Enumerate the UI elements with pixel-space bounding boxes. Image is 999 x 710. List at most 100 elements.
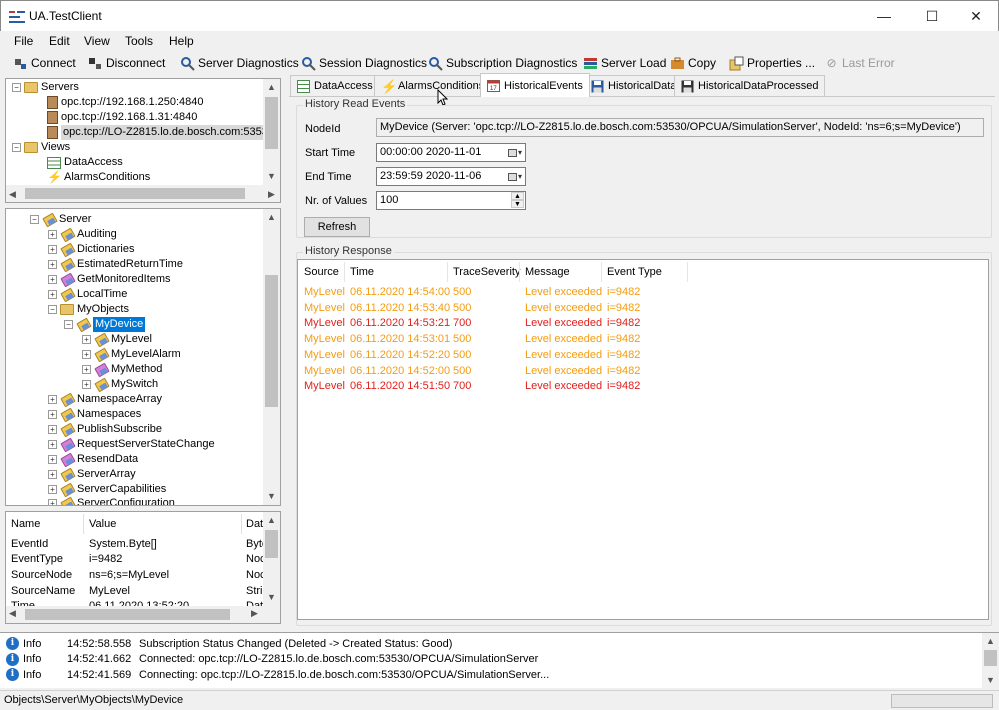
scroll-right-icon[interactable]: ▶ <box>251 608 258 619</box>
servers-vscrollbar[interactable]: ▲ ▼ <box>263 79 280 185</box>
close-button[interactable]: ✕ <box>953 1 999 32</box>
history-cell-time[interactable]: 06.11.2020 14:52:00 <box>350 365 450 377</box>
history-cell-source[interactable]: MyLevel <box>304 317 345 329</box>
column-header-message[interactable]: Message <box>525 266 570 278</box>
nr-of-values-stepper[interactable]: 100 ▲ ▼ <box>376 191 526 210</box>
scroll-left-icon[interactable]: ◀ <box>9 187 16 202</box>
expand-icon[interactable]: + <box>48 245 57 254</box>
history-cell-type[interactable]: i=9482 <box>607 286 640 298</box>
history-cell-source[interactable]: MyLevel <box>304 365 345 377</box>
start-time-picker[interactable]: 00:00:00 2020-11-01 ▾ <box>376 143 526 162</box>
history-cell-message[interactable]: Level exceeded <box>525 333 602 345</box>
collapse-icon[interactable]: − <box>30 215 39 224</box>
scroll-down-icon[interactable]: ▼ <box>263 168 280 185</box>
history-cell-severity[interactable]: 500 <box>453 349 471 361</box>
tree-node-server-2[interactable]: opc.tcp://192.168.1.31:4840 <box>47 110 197 125</box>
end-time-picker[interactable]: 23:59:59 2020-11-06 ▾ <box>376 167 526 186</box>
expand-icon[interactable]: + <box>48 470 57 479</box>
tree-node[interactable]: + Auditing <box>48 227 117 242</box>
history-cell-severity[interactable]: 700 <box>453 317 471 329</box>
expand-icon[interactable]: + <box>48 290 57 299</box>
tree-node[interactable]: + Dictionaries <box>48 242 134 257</box>
spin-up-icon[interactable]: ▲ <box>511 192 524 200</box>
history-cell-message[interactable]: Level exceeded <box>525 365 602 377</box>
history-cell-type[interactable]: i=9482 <box>607 317 640 329</box>
history-cell-severity[interactable]: 700 <box>453 380 471 392</box>
calendar-dropdown-icon[interactable]: ▾ <box>506 169 524 184</box>
log-entry[interactable]: i Info 14:52:58.558 Subscription Status Cha… <box>6 636 452 651</box>
tree-node[interactable]: + MyLevel <box>82 332 152 347</box>
history-cell-time[interactable]: 06.11.2020 14:52:20 <box>350 349 450 361</box>
tree-node[interactable]: + EstimatedReturnTime <box>48 257 183 272</box>
history-cell-source[interactable]: MyLevel <box>304 380 345 392</box>
tab-dataaccess[interactable]: DataAccess <box>290 75 380 96</box>
properties-hscrollbar[interactable]: ◀ ▶ <box>6 606 280 623</box>
collapse-icon[interactable]: − <box>12 83 21 92</box>
log-vscrollbar[interactable]: ▲ ▼ <box>982 633 999 688</box>
tree-node-servers[interactable]: − Servers <box>12 80 79 95</box>
tab-historicaldataprocessed[interactable]: HistoricalDataProcessed <box>674 75 826 96</box>
minimize-button[interactable]: — <box>861 1 907 32</box>
history-cell-type[interactable]: i=9482 <box>607 333 640 345</box>
history-cell-severity[interactable]: 500 <box>453 365 471 377</box>
tree-node[interactable]: + LocalTime <box>48 287 127 302</box>
tab-historicalevents[interactable]: 17 HistoricalEvents <box>480 73 590 97</box>
expand-icon[interactable]: + <box>82 380 91 389</box>
menu-help[interactable]: Help <box>169 33 194 49</box>
properties-vscrollbar[interactable]: ▲ ▼ <box>263 512 280 606</box>
scroll-down-icon[interactable]: ▼ <box>263 488 280 505</box>
calendar-dropdown-icon[interactable]: ▾ <box>506 145 524 160</box>
expand-icon[interactable]: + <box>48 440 57 449</box>
address-vscrollbar[interactable]: ▲ ▼ <box>263 209 280 505</box>
expand-icon[interactable]: + <box>82 350 91 359</box>
expand-icon[interactable]: + <box>48 395 57 404</box>
column-header-traceseverity[interactable]: TraceSeverity <box>453 266 520 278</box>
scroll-up-icon[interactable]: ▲ <box>982 633 999 650</box>
scroll-up-icon[interactable]: ▲ <box>263 79 280 96</box>
server-diagnostics-button[interactable]: Server Diagnostics <box>180 54 299 72</box>
history-cell-message[interactable]: Level exceeded <box>525 317 602 329</box>
column-header-time[interactable]: Time <box>350 266 374 278</box>
subscription-diagnostics-button[interactable]: Subscription Diagnostics <box>428 54 577 72</box>
expand-icon[interactable]: + <box>48 410 57 419</box>
expand-icon[interactable]: + <box>48 499 57 505</box>
expand-icon[interactable]: + <box>48 230 57 239</box>
tree-node[interactable]: + MyMethod <box>82 362 162 377</box>
tree-node[interactable]: + ServerConfiguration <box>48 496 175 505</box>
tab-historicaldata[interactable]: HistoricalData <box>584 75 684 96</box>
history-cell-type[interactable]: i=9482 <box>607 349 640 361</box>
scroll-left-icon[interactable]: ◀ <box>9 608 16 619</box>
scroll-down-icon[interactable]: ▼ <box>263 589 280 606</box>
collapse-icon[interactable]: − <box>48 305 57 314</box>
tree-node-server-3[interactable]: opc.tcp://LO-Z2815.lo.de.bosch.com:53530… <box>47 125 280 140</box>
expand-icon[interactable]: + <box>82 365 91 374</box>
menu-view[interactable]: View <box>84 33 110 49</box>
history-cell-type[interactable]: i=9482 <box>607 302 640 314</box>
history-cell-time[interactable]: 06.11.2020 14:54:00 <box>350 286 450 298</box>
properties-button[interactable]: Properties ... <box>729 54 815 72</box>
nodeid-field[interactable]: MyDevice (Server: 'opc.tcp://LO-Z2815.lo… <box>376 118 984 137</box>
scroll-down-icon[interactable]: ▼ <box>982 672 999 688</box>
tree-node[interactable]: + MySwitch <box>82 377 158 392</box>
log-entry[interactable]: i Info 14:52:41.569 Connecting: opc.tcp://L… <box>6 667 549 682</box>
tree-node[interactable]: + GetMonitoredItems <box>48 272 171 287</box>
history-cell-severity[interactable]: 500 <box>453 333 471 345</box>
history-cell-time[interactable]: 06.11.2020 14:53:01 <box>350 333 450 345</box>
history-cell-message[interactable]: Level exceeded <box>525 349 602 361</box>
tree-node-mydevice[interactable]: − MyDevice <box>64 317 146 332</box>
history-cell-time[interactable]: 06.11.2020 14:51:50 <box>350 380 450 392</box>
tree-node-server-1[interactable]: opc.tcp://192.168.1.250:4840 <box>47 95 204 110</box>
expand-icon[interactable]: + <box>48 485 57 494</box>
tree-node[interactable]: + ServerCapabilities <box>48 482 166 497</box>
history-cell-type[interactable]: i=9482 <box>607 380 640 392</box>
scroll-right-icon[interactable]: ▶ <box>268 187 275 202</box>
scroll-up-icon[interactable]: ▲ <box>263 512 280 529</box>
servers-hscrollbar[interactable]: ◀ ▶ <box>6 185 280 202</box>
tree-node[interactable]: + NamespaceArray <box>48 392 162 407</box>
menu-tools[interactable]: Tools <box>125 33 153 49</box>
tree-node[interactable]: + Namespaces <box>48 407 141 422</box>
history-cell-time[interactable]: 06.11.2020 14:53:21 <box>350 317 450 329</box>
history-cell-message[interactable]: Level exceeded <box>525 380 602 392</box>
session-diagnostics-button[interactable]: Session Diagnostics <box>301 54 427 72</box>
disconnect-button[interactable]: Disconnect <box>88 54 165 72</box>
